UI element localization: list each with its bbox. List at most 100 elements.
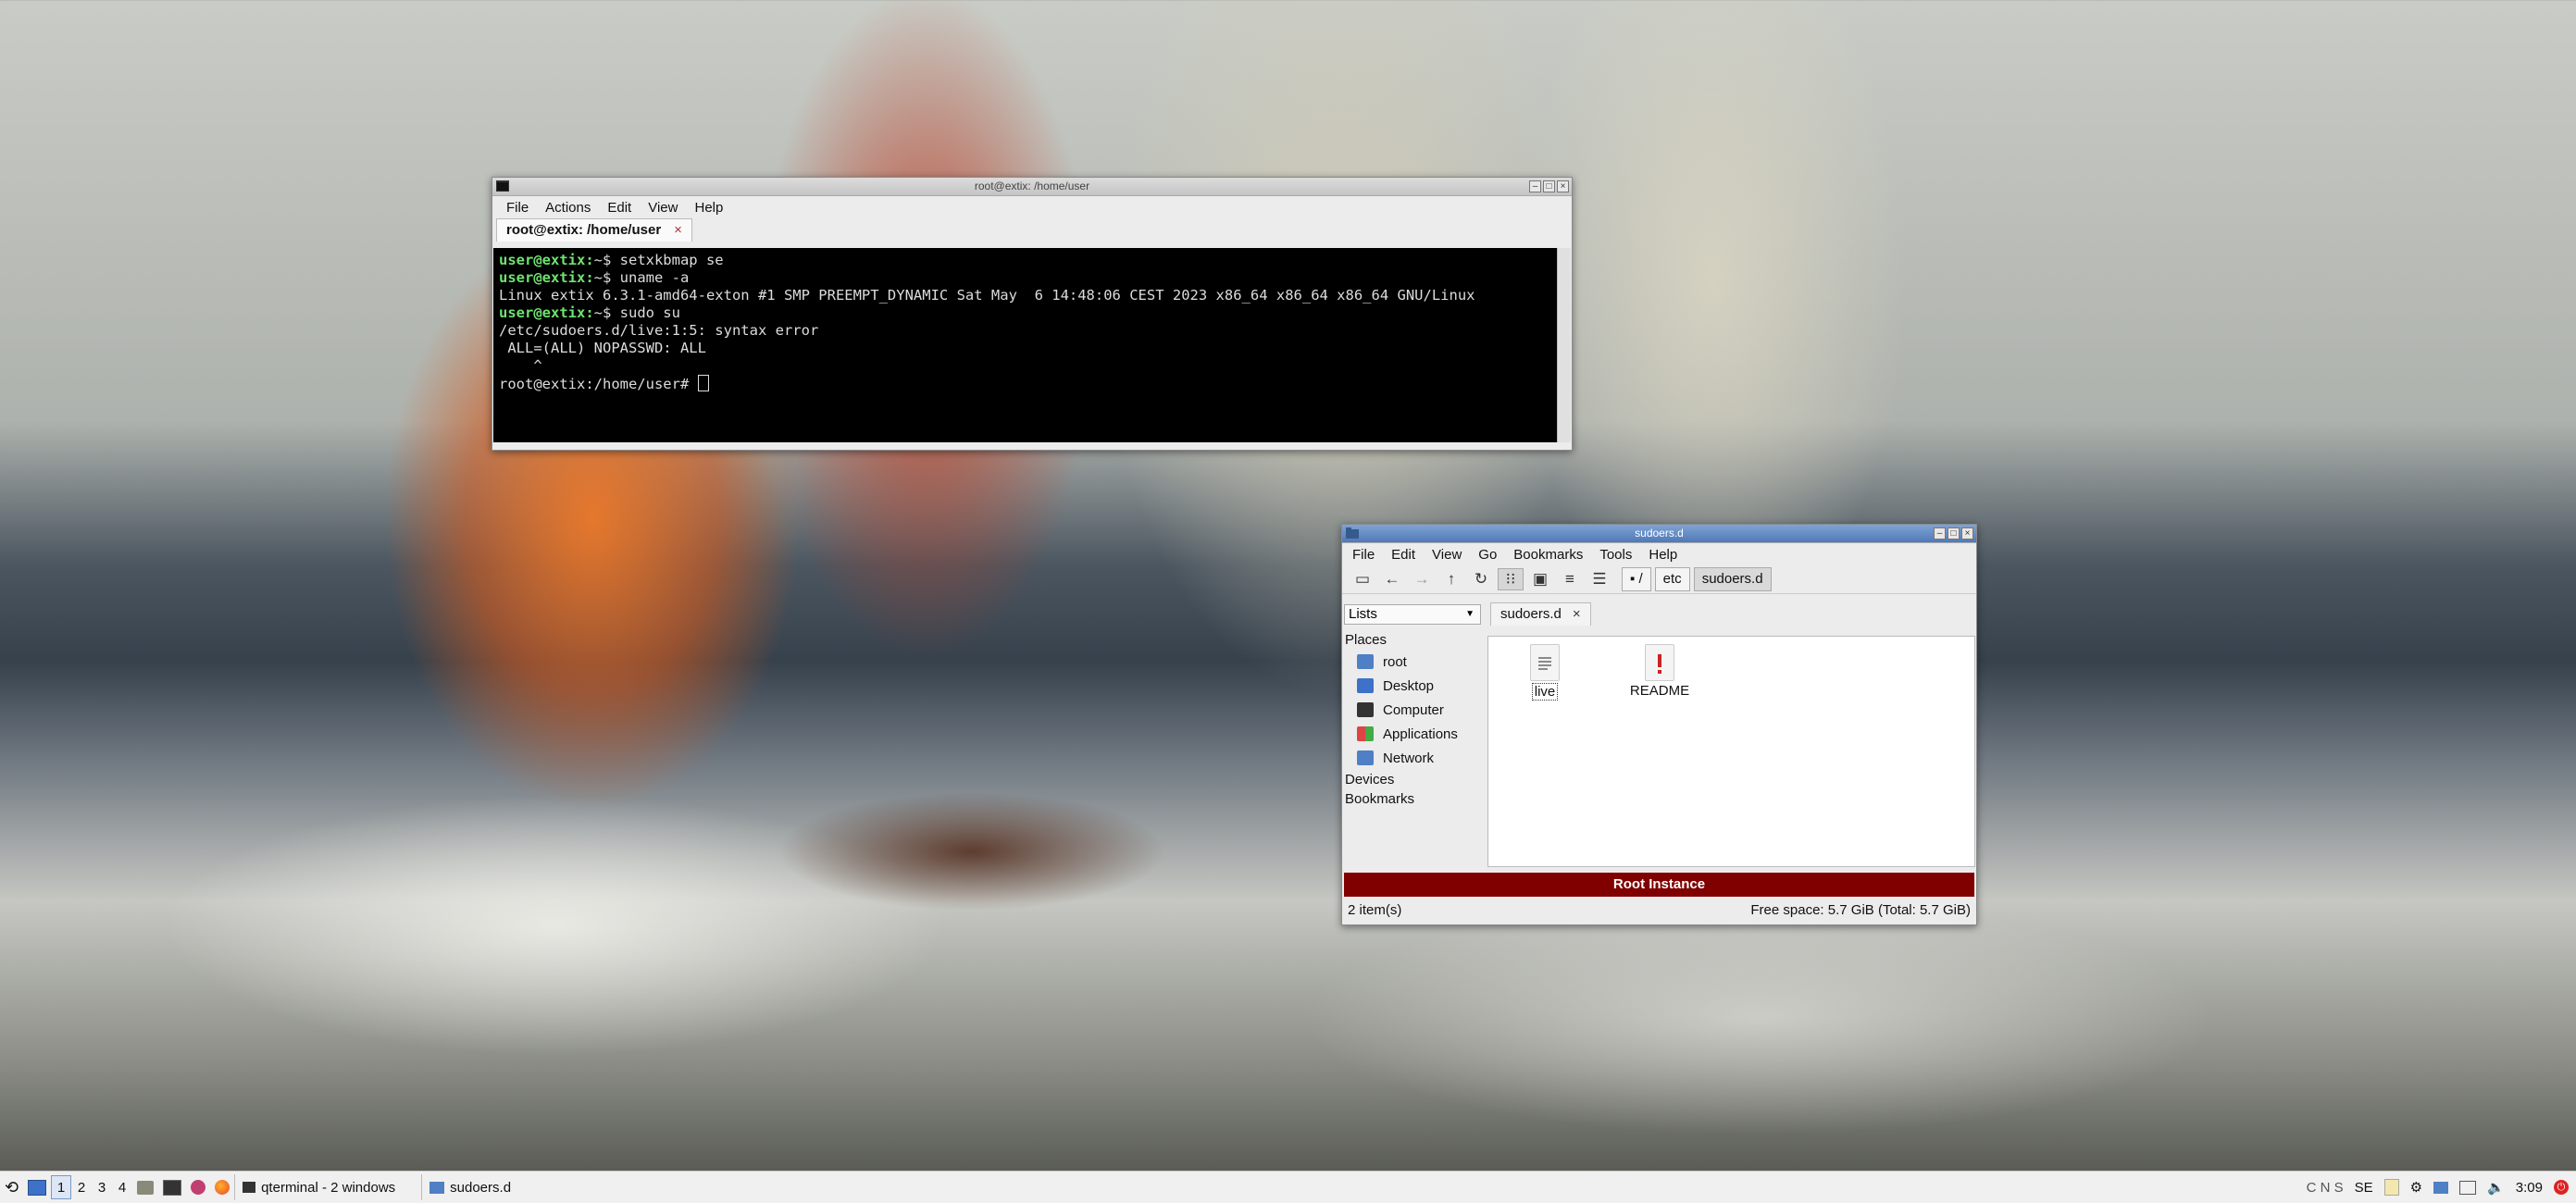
- menu-edit[interactable]: Edit: [1383, 547, 1424, 563]
- menu-file[interactable]: File: [1344, 547, 1383, 563]
- chevron-down-icon: ▼: [1465, 609, 1475, 619]
- folder-tab[interactable]: sudoers.d ×: [1490, 602, 1591, 626]
- menu-view[interactable]: View: [640, 200, 686, 216]
- clock[interactable]: 3:09: [2516, 1180, 2543, 1196]
- new-tab-icon[interactable]: ▭: [1350, 568, 1375, 590]
- terminal-line: user@extix:~$ setxkbmap se: [499, 252, 724, 268]
- terminal-scrollbar[interactable]: [1557, 248, 1571, 442]
- path-sudoers-button[interactable]: sudoers.d: [1693, 567, 1772, 591]
- task-sudoers[interactable]: sudoers.d: [421, 1174, 518, 1200]
- readme-warning-icon: [1645, 644, 1674, 681]
- show-desktop-icon[interactable]: [23, 1174, 51, 1200]
- taskbar: ⟲ 1 2 3 4 qterminal - 2 windows sudoers.…: [0, 1171, 2576, 1203]
- terminal-title: root@extix: /home/user: [974, 180, 1090, 192]
- firefox-icon[interactable]: [210, 1174, 234, 1200]
- filemanager-menubar: File Edit View Go Bookmarks Tools Help: [1342, 543, 1976, 565]
- filemanager-tabbar: sudoers.d ×: [1487, 602, 1976, 626]
- back-arrow-icon[interactable]: ←: [1379, 568, 1405, 590]
- workspace-1[interactable]: 1: [51, 1175, 72, 1199]
- tab-close-icon[interactable]: ×: [1573, 606, 1581, 622]
- file-item[interactable]: live: [1503, 640, 1587, 701]
- place-applications[interactable]: Applications: [1342, 722, 1483, 746]
- power-icon[interactable]: ⏻: [2554, 1180, 2569, 1195]
- terminal-tab[interactable]: root@extix: /home/user ×: [496, 218, 692, 242]
- terminal-output[interactable]: user@extix:~$ setxkbmap se user@extix:~$ …: [493, 248, 1558, 442]
- terminal-menubar: File Actions Edit View Help: [492, 196, 1572, 218]
- terminal-tabbar: root@extix: /home/user ×: [492, 218, 1572, 242]
- volume-icon[interactable]: 🔈: [2487, 1179, 2505, 1196]
- clipboard-icon[interactable]: [2383, 1179, 2399, 1196]
- workspace-3[interactable]: 3: [92, 1175, 112, 1199]
- terminal-line: user@extix:~$ uname -a: [499, 269, 690, 286]
- folder-app-icon: [1346, 527, 1359, 539]
- item-count: 2 item(s): [1348, 901, 1402, 918]
- terminal-app-icon: [496, 180, 509, 192]
- network-icon: [1357, 750, 1374, 765]
- task-qterminal[interactable]: qterminal - 2 windows: [234, 1174, 403, 1200]
- menu-help[interactable]: Help: [1640, 547, 1686, 563]
- computer-icon: [1357, 702, 1374, 717]
- exclamation-glyph: [1658, 654, 1661, 674]
- file-manager-launcher-icon[interactable]: [132, 1174, 158, 1200]
- settings-icon[interactable]: ⚙: [2410, 1179, 2422, 1196]
- free-space: Free space: 5.7 GiB (Total: 5.7 GiB): [1750, 901, 1971, 918]
- menu-tools[interactable]: Tools: [1591, 547, 1640, 563]
- terminal-line: ^: [499, 357, 542, 374]
- side-pane-mode-select[interactable]: Lists ▼: [1344, 604, 1481, 625]
- network-tray-icon[interactable]: [2433, 1181, 2449, 1194]
- place-root[interactable]: root: [1342, 650, 1483, 674]
- text-file-icon: [1530, 644, 1560, 681]
- terminal-tab-label: root@extix: /home/user: [506, 222, 662, 238]
- folder-view[interactable]: live README: [1487, 636, 1975, 867]
- menu-edit[interactable]: Edit: [599, 200, 640, 216]
- up-arrow-icon[interactable]: ↑: [1438, 568, 1464, 590]
- display-icon[interactable]: [2459, 1180, 2477, 1195]
- place-network[interactable]: Network: [1342, 746, 1483, 770]
- place-computer[interactable]: Computer: [1342, 698, 1483, 722]
- maximize-button[interactable]: □: [1948, 527, 1960, 539]
- menu-help[interactable]: Help: [686, 200, 731, 216]
- devices-header[interactable]: Devices: [1342, 770, 1483, 789]
- minimize-button[interactable]: –: [1529, 180, 1541, 192]
- tab-close-icon[interactable]: ×: [674, 222, 682, 238]
- keyboard-lock-indicators: C N S: [2306, 1179, 2344, 1196]
- reload-icon[interactable]: ↻: [1468, 568, 1494, 590]
- terminal-launcher-icon[interactable]: [158, 1174, 186, 1200]
- menu-bookmarks[interactable]: Bookmarks: [1505, 547, 1591, 563]
- close-button[interactable]: ×: [1557, 180, 1569, 192]
- side-pane: Lists ▼ Places root Desktop Computer Appl…: [1342, 601, 1483, 863]
- path-etc-button[interactable]: etc: [1654, 567, 1690, 591]
- filemanager-title: sudoers.d: [1635, 527, 1684, 539]
- minimize-button[interactable]: –: [1934, 527, 1946, 539]
- file-item[interactable]: README: [1618, 640, 1701, 699]
- terminal-line: /etc/sudoers.d/live:1:5: syntax error: [499, 322, 819, 339]
- home-folder-icon: [1357, 654, 1374, 669]
- close-button[interactable]: ×: [1961, 527, 1973, 539]
- places-header[interactable]: Places: [1342, 628, 1483, 650]
- terminal-cursor: [697, 375, 709, 391]
- keyboard-layout[interactable]: SE: [2355, 1180, 2373, 1196]
- place-desktop[interactable]: Desktop: [1342, 674, 1483, 698]
- menu-file[interactable]: File: [498, 200, 537, 216]
- pcmanfm-window[interactable]: sudoers.d – □ × File Edit View Go Bookma…: [1341, 524, 1977, 925]
- menu-view[interactable]: View: [1424, 547, 1470, 563]
- workspace-2[interactable]: 2: [71, 1175, 92, 1199]
- terminal-titlebar[interactable]: root@extix: /home/user – □ ×: [492, 178, 1572, 196]
- start-menu-icon[interactable]: ⟲: [0, 1174, 23, 1200]
- folder-small-icon: [429, 1181, 445, 1194]
- bookmarks-header[interactable]: Bookmarks: [1342, 789, 1483, 809]
- path-root-button[interactable]: ▪ /: [1622, 567, 1651, 591]
- compact-view-icon[interactable]: ≡: [1557, 568, 1583, 590]
- forward-arrow-icon[interactable]: →: [1409, 568, 1435, 590]
- app-launcher-icon[interactable]: [186, 1174, 210, 1200]
- menu-go[interactable]: Go: [1470, 547, 1505, 563]
- terminal-line: root@extix:/home/user#: [499, 375, 1552, 393]
- menu-actions[interactable]: Actions: [537, 200, 599, 216]
- icon-view-icon[interactable]: ⁝⁝: [1498, 568, 1524, 590]
- maximize-button[interactable]: □: [1543, 180, 1555, 192]
- filemanager-titlebar[interactable]: sudoers.d – □ ×: [1342, 525, 1976, 543]
- detailed-list-icon[interactable]: ☰: [1587, 568, 1612, 590]
- workspace-4[interactable]: 4: [112, 1175, 132, 1199]
- thumbnail-view-icon[interactable]: ▣: [1527, 568, 1553, 590]
- qterminal-window[interactable]: root@extix: /home/user – □ × File Action…: [492, 177, 1573, 451]
